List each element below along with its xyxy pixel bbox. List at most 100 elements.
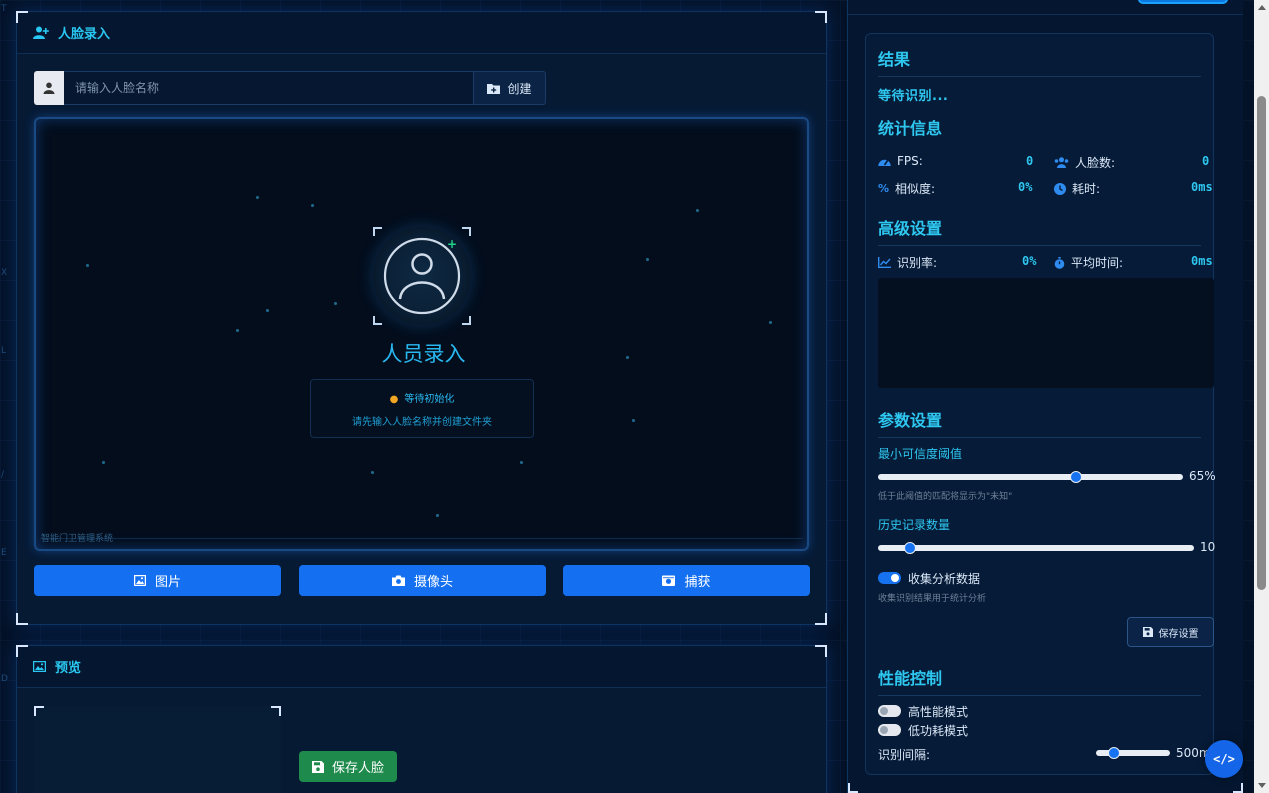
interval-label: 识别间隔: [878, 748, 931, 762]
status-box: ● 等待初始化 请先输入人脸名称并创建文件夹 [310, 379, 534, 438]
gauge-icon [878, 159, 891, 166]
fps-label: FPS: [897, 154, 923, 168]
low-power-toggle[interactable] [878, 724, 901, 736]
interval-slider[interactable] [1096, 747, 1170, 759]
history-count-value: 10 [1200, 540, 1216, 554]
panel-title: 人脸录入 [58, 27, 111, 42]
divider [40, 538, 803, 539]
save-icon [1142, 627, 1153, 637]
save-settings-label: 保存设置 [1158, 628, 1199, 640]
time-label: 耗时: [1072, 182, 1101, 196]
stats-row: % 相似度: 0% 耗时: 0ms [878, 180, 1214, 200]
create-label: 创建 [507, 81, 532, 96]
name-input-group: 创建 [34, 71, 546, 105]
save-icon [311, 760, 324, 773]
history-count-slider[interactable] [878, 542, 1194, 554]
stopwatch-icon [1054, 256, 1065, 269]
camera-icon [391, 575, 405, 586]
avg-time-value: 0ms [1191, 254, 1213, 268]
face-name-input[interactable] [64, 71, 474, 105]
history-chart-area [878, 278, 1214, 388]
face-count-value: 0 [1202, 154, 1210, 168]
recognition-status: 等待识别... [878, 89, 949, 104]
image-label: 图片 [154, 575, 181, 590]
clock-icon [1054, 182, 1066, 195]
corner-decoration [815, 613, 827, 625]
status-hint: 请先输入人脸名称并创建文件夹 [352, 417, 492, 428]
similarity-value: 0% [1018, 180, 1033, 194]
high-performance-toggle[interactable] [878, 705, 901, 717]
save-face-label: 保存人脸 [331, 761, 384, 776]
image-icon [33, 661, 46, 672]
system-label: 智能门卫管理系统 [41, 534, 114, 544]
video-title: 人员录入 [381, 342, 466, 366]
low-power-label: 低功耗模式 [908, 724, 969, 738]
min-confidence-hint: 低于此阈值的匹配将显示为"未知" [878, 492, 1013, 502]
capture-label: 捕获 [684, 575, 711, 590]
code-toggle-button[interactable]: </> [1205, 740, 1243, 778]
panel-header: 人脸录入 [17, 12, 826, 54]
corner-decoration [815, 645, 827, 657]
min-confidence-label: 最小可信度阈值 [878, 447, 963, 461]
corner-decoration [16, 613, 28, 625]
avatar-placeholder: + [373, 227, 471, 325]
camera-button[interactable]: 摄像头 [299, 565, 546, 596]
save-settings-button[interactable]: 保存设置 [1127, 617, 1214, 647]
stats-title: 统计信息 [878, 119, 943, 138]
corner-decoration [815, 11, 827, 23]
users-icon [1054, 157, 1069, 168]
scroll-down-icon[interactable] [1258, 783, 1266, 788]
plus-icon: + [447, 237, 458, 251]
corner-decoration [16, 645, 28, 657]
time-value: 0ms [1191, 180, 1213, 194]
results-sidebar: 结果 等待识别... 统计信息 FPS: 0 人脸数: 0 % 相似度: 0% [847, 0, 1243, 793]
face-count-label: 人脸数: [1075, 156, 1116, 170]
create-folder-button[interactable]: 创建 [474, 71, 546, 105]
min-confidence-value: 65% [1189, 469, 1216, 483]
image-button[interactable]: 图片 [34, 565, 281, 596]
save-face-button[interactable]: 保存人脸 [299, 751, 397, 782]
capture-button[interactable]: 捕获 [563, 565, 810, 596]
advanced-row: 识别率: 0% 平均时间: 0ms [878, 254, 1214, 274]
collect-data-label: 收集分析数据 [908, 572, 981, 586]
user-icon [34, 71, 64, 105]
edge-decoration: TXL / E D [1, 4, 8, 684]
fps-value: 0 [1026, 154, 1034, 168]
recognition-rate-label: 识别率: [897, 256, 938, 270]
user-plus-icon [33, 26, 49, 39]
results-card: 结果 等待识别... 统计信息 FPS: 0 人脸数: 0 % 相似度: 0% [865, 33, 1217, 775]
scrollbar-thumb[interactable] [1257, 96, 1266, 590]
video-area: + 人员录入 ● 等待初始化 请先输入人脸名称并创建文件夹 智能门卫管理系统 [34, 117, 809, 551]
status-text: 等待初始化 [404, 394, 455, 405]
code-icon: </> [1213, 752, 1235, 766]
top-tab-indicator [1138, 0, 1228, 4]
collect-data-toggle[interactable] [878, 572, 901, 584]
recognition-rate-value: 0% [1022, 254, 1037, 268]
stats-row: FPS: 0 人脸数: 0 [878, 154, 1214, 174]
page-scrollbar[interactable] [1254, 0, 1269, 793]
panel-title: 预览 [55, 661, 82, 676]
performance-title: 性能控制 [878, 665, 1201, 696]
preview-panel: 预览 保存人脸 [16, 645, 827, 793]
preview-image [34, 706, 281, 793]
face-entry-panel: 人脸录入 创建 [16, 11, 827, 625]
advanced-title: 高级设置 [878, 215, 1201, 246]
slider-handle[interactable] [903, 542, 916, 554]
camera-retro-icon [662, 575, 676, 586]
history-count-label: 历史记录数量 [878, 518, 951, 532]
percent-icon: % [878, 182, 890, 195]
high-performance-label: 高性能模式 [908, 705, 969, 719]
results-title: 结果 [878, 46, 1201, 77]
chart-line-icon [878, 257, 891, 268]
slider-handle[interactable] [1108, 747, 1120, 759]
folder-plus-icon [487, 83, 501, 94]
corner-decoration [16, 11, 28, 23]
panel-header: 预览 [17, 646, 826, 688]
slider-handle[interactable] [1070, 471, 1083, 483]
min-confidence-slider[interactable] [878, 471, 1183, 483]
collect-data-hint: 收集识别结果用于统计分析 [878, 594, 987, 604]
avg-time-label: 平均时间: [1071, 256, 1124, 270]
similarity-label: 相似度: [895, 182, 936, 196]
params-title: 参数设置 [878, 407, 1201, 438]
scroll-up-icon[interactable] [1258, 5, 1266, 10]
